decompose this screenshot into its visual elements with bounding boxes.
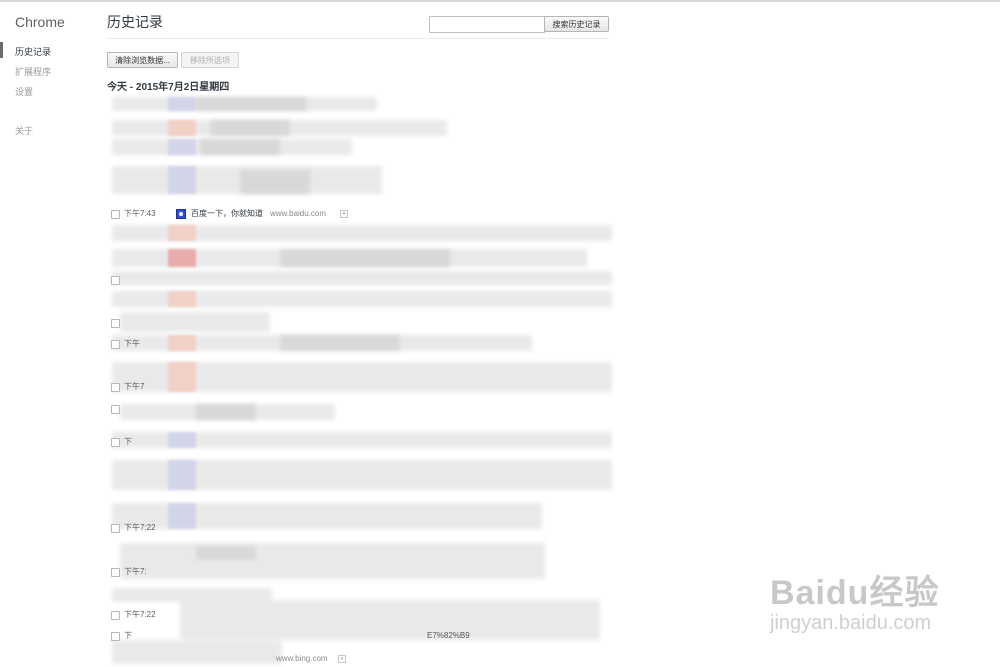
clear-browsing-data-button[interactable]: 清除浏览数据... <box>107 52 178 68</box>
entry-time: 下午7:22 <box>124 610 156 619</box>
entry-domain: www.bing.com <box>276 654 328 663</box>
sidebar-item-history[interactable]: 历史记录 <box>15 45 51 65</box>
baidu-favicon-icon <box>176 209 186 219</box>
entry-checkbox[interactable] <box>111 405 120 414</box>
entry-checkbox[interactable] <box>111 632 120 641</box>
entry-checkbox[interactable] <box>111 210 120 219</box>
watermark-logo: Baidu经验 <box>770 574 940 612</box>
entry-time: 下午7:43 <box>124 209 156 218</box>
entry-url-fragment: E7%82%B9 <box>427 631 470 640</box>
entry-checkbox[interactable] <box>111 340 120 349</box>
brand-title: Chrome <box>15 14 65 30</box>
entry-menu-icon[interactable]: ▾ <box>338 655 346 663</box>
entry-domain: www.baidu.com <box>270 209 327 218</box>
page-title: 历史记录 <box>107 14 163 30</box>
entry-checkbox[interactable] <box>111 319 120 328</box>
sidebar-item-extensions[interactable]: 扩展程序 <box>15 65 51 85</box>
baidu-jingyan-watermark: Baidu经验 jingyan.baidu.com <box>770 565 939 635</box>
entry-time: 下午7 <box>124 382 145 391</box>
day-header: 今天 - 2015年7月2日星期四 <box>107 82 230 93</box>
entry-checkbox[interactable] <box>111 276 120 285</box>
entry-checkbox[interactable] <box>111 611 120 620</box>
search-history-input[interactable] <box>429 16 545 33</box>
entry-time: 下午7:22 <box>124 523 156 532</box>
sidebar-item-settings[interactable]: 设置 <box>15 85 51 105</box>
entry-time: 下午 <box>124 339 140 348</box>
watermark-url: jingyan.baidu.com <box>770 612 932 634</box>
entry-checkbox[interactable] <box>111 524 120 533</box>
entry-menu-icon[interactable]: ▾ <box>340 210 348 218</box>
selected-nav-marker <box>0 42 3 58</box>
sidebar-nav: 历史记录 扩展程序 设置 关于 <box>15 45 51 144</box>
entry-time: 下 <box>124 437 132 446</box>
sidebar-item-about[interactable]: 关于 <box>15 124 51 144</box>
entry-checkbox[interactable] <box>111 383 120 392</box>
entry-time: 下 <box>124 631 132 640</box>
header-divider <box>107 38 609 39</box>
entry-checkbox[interactable] <box>111 568 120 577</box>
top-border <box>0 0 1000 2</box>
entry-time: 下午7: <box>124 567 147 576</box>
remove-selected-button[interactable]: 移除所选项 <box>181 52 239 68</box>
entry-title-link[interactable]: 百度一下，你就知道 <box>191 208 263 220</box>
search-history-button[interactable]: 搜索历史记录 <box>544 16 609 32</box>
entry-checkbox[interactable] <box>111 438 120 447</box>
